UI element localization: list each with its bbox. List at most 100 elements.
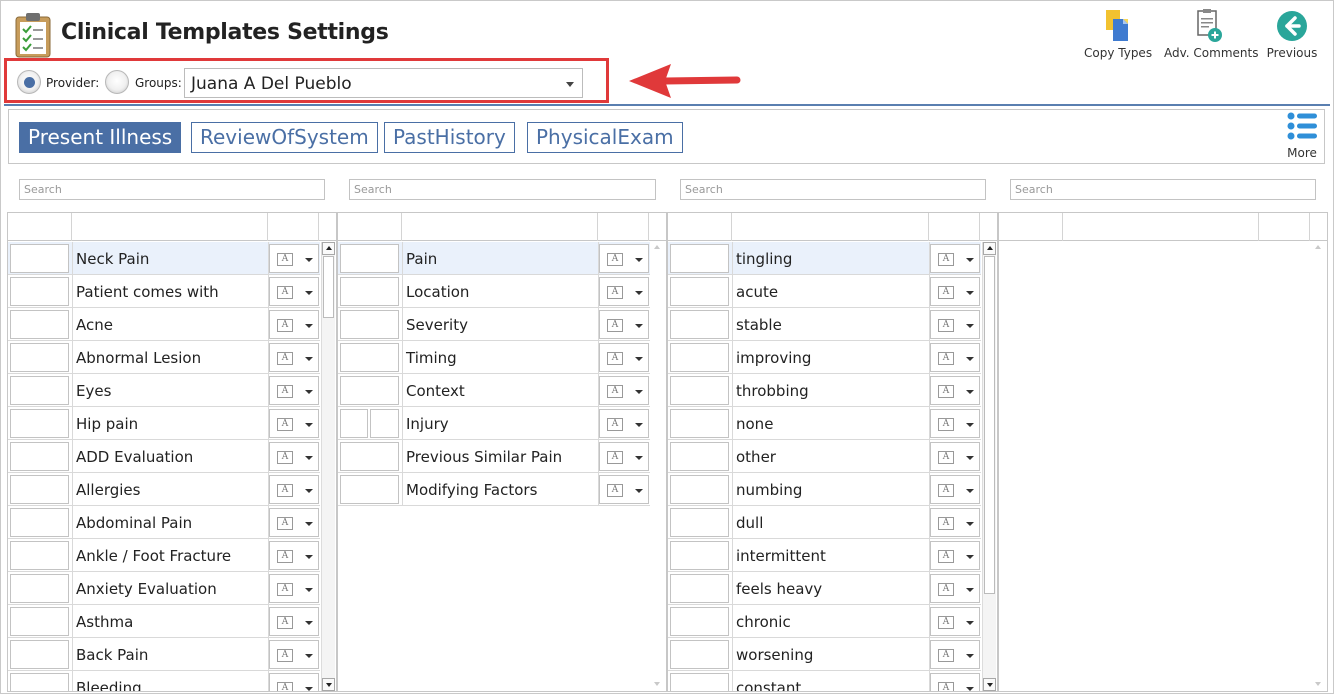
row-checkbox-cell[interactable] — [670, 376, 729, 405]
list-item[interactable]: dull A — [668, 506, 981, 539]
adv-comments-button[interactable]: Adv. Comments — [1164, 6, 1258, 60]
list-item[interactable]: intermittent A — [668, 539, 981, 572]
font-style-dropdown[interactable]: A — [930, 244, 980, 273]
tab-past-history[interactable]: PastHistory — [384, 122, 515, 153]
search-input[interactable]: Search — [19, 179, 325, 200]
vertical-scrollbar[interactable] — [1312, 242, 1326, 691]
vertical-scrollbar[interactable] — [321, 242, 335, 691]
search-input[interactable]: Search — [1010, 179, 1316, 200]
row-checkbox-cell[interactable] — [10, 673, 69, 691]
font-style-dropdown[interactable]: A — [930, 475, 980, 504]
list-item[interactable]: acute A — [668, 275, 981, 308]
row-checkbox-cell[interactable] — [670, 640, 729, 669]
font-style-dropdown[interactable]: A — [269, 442, 319, 471]
list-item[interactable]: Allergies A — [8, 473, 320, 506]
scroll-up-icon[interactable] — [651, 242, 664, 255]
row-checkbox-cell[interactable] — [670, 277, 729, 306]
font-style-dropdown[interactable]: A — [599, 409, 649, 438]
scroll-thumb[interactable] — [323, 256, 334, 318]
list-item[interactable]: Anxiety Evaluation A — [8, 572, 320, 605]
row-checkbox-cell[interactable] — [10, 607, 69, 636]
list-item[interactable]: tingling A — [668, 242, 981, 275]
font-style-dropdown[interactable]: A — [269, 640, 319, 669]
font-style-dropdown[interactable]: A — [599, 475, 649, 504]
font-style-dropdown[interactable]: A — [269, 376, 319, 405]
font-style-dropdown[interactable]: A — [269, 607, 319, 636]
row-checkbox-cell[interactable] — [670, 343, 729, 372]
row-checkbox-cell[interactable] — [10, 541, 69, 570]
row-checkbox-cell[interactable] — [670, 673, 729, 691]
font-style-dropdown[interactable]: A — [930, 607, 980, 636]
font-style-dropdown[interactable]: A — [930, 508, 980, 537]
groups-radio[interactable] — [105, 70, 129, 94]
list-item[interactable]: Patient comes with A — [8, 275, 320, 308]
row-checkbox-cell[interactable] — [340, 475, 399, 504]
font-style-dropdown[interactable]: A — [269, 310, 319, 339]
font-style-dropdown[interactable]: A — [269, 409, 319, 438]
row-checkbox-cell[interactable] — [10, 277, 69, 306]
list-item[interactable]: worsening A — [668, 638, 981, 671]
list-item[interactable]: stable A — [668, 308, 981, 341]
row-checkbox-cell[interactable] — [670, 409, 729, 438]
row-checkbox-cell[interactable] — [340, 244, 399, 273]
row-checkbox-cell[interactable] — [10, 409, 69, 438]
row-checkbox-cell[interactable] — [340, 310, 399, 339]
font-style-dropdown[interactable]: A — [269, 475, 319, 504]
font-style-dropdown[interactable]: A — [930, 376, 980, 405]
search-input[interactable]: Search — [349, 179, 656, 200]
font-style-dropdown[interactable]: A — [269, 574, 319, 603]
font-style-dropdown[interactable]: A — [599, 343, 649, 372]
font-style-dropdown[interactable]: A — [930, 574, 980, 603]
row-checkbox-cell[interactable] — [670, 541, 729, 570]
list-item[interactable]: Pain A — [338, 242, 650, 275]
list-item[interactable]: Severity A — [338, 308, 650, 341]
list-item[interactable]: constant A — [668, 671, 981, 691]
font-style-dropdown[interactable]: A — [930, 409, 980, 438]
list-item[interactable]: numbing A — [668, 473, 981, 506]
copy-types-button[interactable]: Copy Types — [1084, 6, 1152, 60]
font-style-dropdown[interactable]: A — [269, 673, 319, 691]
list-item[interactable]: throbbing A — [668, 374, 981, 407]
row-checkbox-cell[interactable] — [10, 343, 69, 372]
list-item[interactable]: Context A — [338, 374, 650, 407]
tab-present-illness[interactable]: Present Illness — [19, 122, 182, 153]
row-checkbox-cell[interactable] — [340, 409, 368, 438]
list-item[interactable]: chronic A — [668, 605, 981, 638]
list-item[interactable]: Hip pain A — [8, 407, 320, 440]
row-checkbox-cell[interactable] — [10, 376, 69, 405]
list-item[interactable]: improving A — [668, 341, 981, 374]
list-item[interactable]: Location A — [338, 275, 650, 308]
list-item[interactable]: Ankle / Foot Fracture A — [8, 539, 320, 572]
row-checkbox-cell[interactable] — [670, 607, 729, 636]
list-item[interactable]: feels heavy A — [668, 572, 981, 605]
list-item[interactable]: Back Pain A — [8, 638, 320, 671]
list-item[interactable]: Eyes A — [8, 374, 320, 407]
row-sub-cell[interactable] — [370, 409, 399, 438]
font-style-dropdown[interactable]: A — [269, 508, 319, 537]
more-button[interactable]: More — [1284, 112, 1320, 160]
list-item[interactable]: ADD Evaluation A — [8, 440, 320, 473]
search-input[interactable]: Search — [680, 179, 986, 200]
scroll-up-icon[interactable] — [1312, 242, 1325, 255]
row-checkbox-cell[interactable] — [10, 640, 69, 669]
row-checkbox-cell[interactable] — [10, 244, 69, 273]
list-item[interactable]: Abdominal Pain A — [8, 506, 320, 539]
font-style-dropdown[interactable]: A — [269, 244, 319, 273]
list-item[interactable]: Injury A — [338, 407, 650, 440]
row-checkbox-cell[interactable] — [340, 343, 399, 372]
provider-radio[interactable] — [17, 70, 41, 94]
font-style-dropdown[interactable]: A — [269, 541, 319, 570]
tab-physical-exam[interactable]: PhysicalExam — [527, 122, 683, 153]
row-checkbox-cell[interactable] — [10, 442, 69, 471]
scroll-thumb[interactable] — [984, 256, 995, 594]
font-style-dropdown[interactable]: A — [599, 244, 649, 273]
list-item[interactable]: other A — [668, 440, 981, 473]
provider-select[interactable]: Juana A Del Pueblo — [184, 68, 583, 98]
font-style-dropdown[interactable]: A — [599, 442, 649, 471]
list-item[interactable]: Neck Pain A — [8, 242, 320, 275]
row-checkbox-cell[interactable] — [10, 508, 69, 537]
font-style-dropdown[interactable]: A — [930, 673, 980, 691]
row-checkbox-cell[interactable] — [670, 244, 729, 273]
font-style-dropdown[interactable]: A — [930, 541, 980, 570]
row-checkbox-cell[interactable] — [670, 508, 729, 537]
